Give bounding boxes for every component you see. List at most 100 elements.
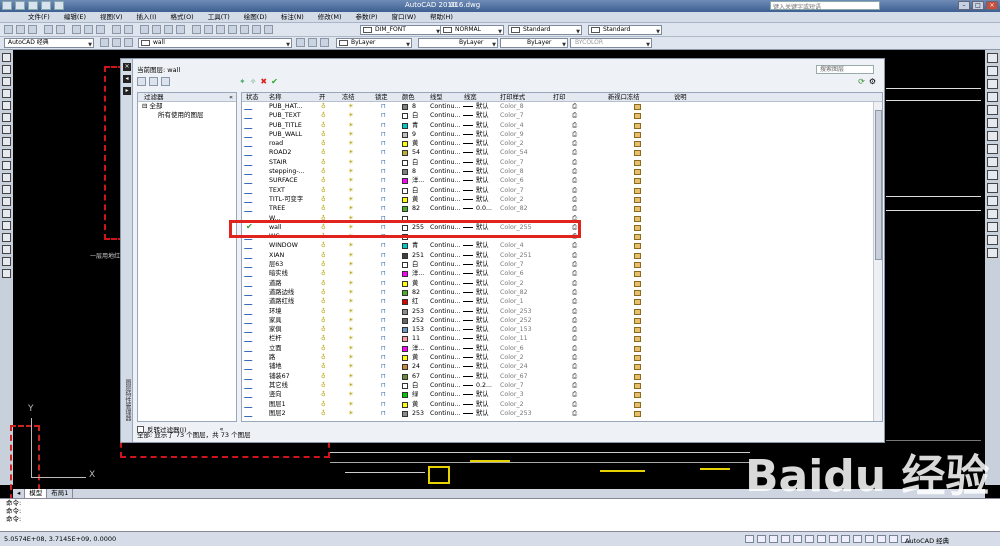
snap-icon[interactable] <box>745 535 754 543</box>
new-vp-freeze-icon[interactable] <box>634 252 641 259</box>
linetype-value[interactable]: Continu... <box>430 381 460 390</box>
layer-row[interactable]: PUB_TEXT ♁ ☀ ⊓ 白 Continu... 默认 Color_7 ⎙ <box>242 111 882 120</box>
zoom-previous-icon[interactable] <box>176 25 185 34</box>
layer-row[interactable]: 铺地 ♁ ☀ ⊓ 24 Continu... 默认 Color_24 ⎙ <box>242 362 882 371</box>
menu-dimension[interactable]: 标注(N) <box>281 12 304 22</box>
grid-icon[interactable] <box>757 535 766 543</box>
new-vp-freeze-icon[interactable] <box>634 382 641 389</box>
linetype-value[interactable]: Continu... <box>430 372 460 381</box>
menu-help[interactable]: 帮助(H) <box>430 12 453 22</box>
layer-name[interactable]: STAIR <box>269 158 287 167</box>
lock-icon[interactable]: ⊓ <box>381 260 386 269</box>
column-lineweight[interactable]: 线宽 <box>464 93 477 102</box>
lock-icon[interactable]: ⊓ <box>381 288 386 297</box>
new-icon[interactable] <box>4 25 13 34</box>
workspace-switch[interactable]: AutoCAD 经典 <box>905 535 949 545</box>
lock-icon[interactable]: ⊓ <box>381 362 386 371</box>
column-status[interactable]: 状态 <box>246 93 259 102</box>
lock-icon[interactable]: ⊓ <box>381 334 386 343</box>
spline-icon[interactable] <box>2 149 11 158</box>
lineweight-value[interactable]: 默认 <box>476 316 489 325</box>
lineweight-value[interactable]: 默认 <box>476 121 489 130</box>
lineweight-value[interactable]: 默认 <box>476 260 489 269</box>
linetype-value[interactable]: Continu... <box>430 130 460 139</box>
explode-icon[interactable] <box>987 248 998 258</box>
model-icon[interactable] <box>865 535 874 543</box>
undo-icon[interactable] <box>54 1 64 10</box>
set-current-icon[interactable]: ✔ <box>271 77 278 86</box>
new-vp-freeze-icon[interactable] <box>634 317 641 324</box>
linetype-value[interactable]: Continu... <box>430 362 460 371</box>
on-off-icon[interactable]: ♁ <box>321 372 326 381</box>
lineweight-value[interactable]: 默认 <box>476 241 489 250</box>
color-swatch[interactable] <box>402 187 408 194</box>
pan-status-icon[interactable] <box>889 535 898 543</box>
mirror-icon[interactable] <box>987 79 998 89</box>
layer-name[interactable]: 环境 <box>269 307 282 316</box>
lineweight-value[interactable]: 默认 <box>476 372 489 381</box>
layer-name[interactable]: 暗实线 <box>269 269 288 278</box>
linetype-value[interactable]: Continu... <box>430 390 460 399</box>
lineweight-value[interactable]: 默认 <box>476 111 489 120</box>
freeze-icon[interactable]: ☀ <box>348 362 354 371</box>
layer-select[interactable]: wall ▼ <box>138 38 292 48</box>
plot-icon[interactable]: ⎙ <box>572 288 577 297</box>
color-swatch[interactable] <box>402 308 408 315</box>
new-vp-freeze-icon[interactable] <box>634 104 641 110</box>
plot-icon[interactable]: ⎙ <box>572 167 577 176</box>
column-new-vp-freeze[interactable]: 新视口冻结 <box>608 93 639 102</box>
color-name[interactable]: 青 <box>412 241 418 250</box>
color-name[interactable]: 251 <box>412 251 424 260</box>
new-vp-freeze-icon[interactable] <box>634 169 641 176</box>
linetype-value[interactable]: Continu... <box>430 186 460 195</box>
freeze-icon[interactable]: ☀ <box>348 176 354 185</box>
linetype-value[interactable]: Continu... <box>430 102 460 111</box>
lineweight-value[interactable]: 0.2... <box>476 381 492 390</box>
layer-row[interactable]: 立面 ♁ ☀ ⊓ 洋... Continu... 默认 Color_6 ⎙ <box>242 344 882 353</box>
region-icon[interactable] <box>2 245 11 254</box>
menu-format[interactable]: 格式(O) <box>171 12 194 22</box>
close-button[interactable]: × <box>986 1 998 10</box>
array-icon[interactable] <box>987 105 998 115</box>
layer-row[interactable]: TREE ♁ ☀ ⊓ 82 Continu... 0.0... Color_82 ⎙ <box>242 204 882 213</box>
layer-row[interactable]: 家具 ♁ ☀ ⊓ 252 Continu... 默认 Color_252 ⎙ <box>242 316 882 325</box>
tab-layout1[interactable]: 布局1 <box>47 489 74 498</box>
layer-name[interactable]: XIAN <box>269 251 284 260</box>
layer-row[interactable]: 其它线 ♁ ☀ ⊓ 白 Continu... 0.2... Color_7 ⎙ <box>242 381 882 390</box>
column-lock[interactable]: 锁定 <box>375 93 388 102</box>
new-vp-freeze-icon[interactable] <box>634 113 641 120</box>
on-off-icon[interactable]: ♁ <box>321 390 326 399</box>
new-vp-freeze-icon[interactable] <box>634 215 641 222</box>
freeze-icon[interactable]: ☀ <box>348 381 354 390</box>
color-name[interactable]: 白 <box>412 111 418 120</box>
lock-icon[interactable]: ⊓ <box>381 102 386 111</box>
color-name[interactable]: 8 <box>412 167 416 176</box>
lock-icon[interactable]: ⊓ <box>381 297 386 306</box>
lock-icon[interactable]: ⊓ <box>381 139 386 148</box>
color-swatch[interactable] <box>402 289 408 296</box>
layer-name[interactable]: road <box>269 139 283 148</box>
plot-icon[interactable]: ⎙ <box>572 269 577 278</box>
color-name[interactable]: 红 <box>412 297 418 306</box>
otrack-icon[interactable] <box>805 535 814 543</box>
nav-first-icon[interactable]: ◂ <box>13 489 26 498</box>
linetype-value[interactable]: Continu... <box>430 176 460 185</box>
chamfer-icon[interactable] <box>987 222 998 232</box>
color-name[interactable]: 24 <box>412 362 420 371</box>
column-on[interactable]: 开 <box>319 93 325 102</box>
lineweight-value[interactable]: 默认 <box>476 148 489 157</box>
plot-icon[interactable]: ⎙ <box>572 316 577 325</box>
linetype-select[interactable]: ByLayer ▼ <box>418 38 498 48</box>
freeze-icon[interactable]: ☀ <box>348 372 354 381</box>
plot-icon[interactable]: ⎙ <box>572 158 577 167</box>
color-name[interactable]: 54 <box>412 148 420 157</box>
lineweight-value[interactable]: 默认 <box>476 251 489 260</box>
offset-icon[interactable] <box>987 92 998 102</box>
layer-name[interactable]: 家俱 <box>269 325 282 334</box>
lock-icon[interactable]: ⊓ <box>381 195 386 204</box>
stretch-icon[interactable] <box>987 157 998 167</box>
layer-row[interactable]: 栏杆 ♁ ☀ ⊓ 11 Continu... 默认 Color_11 ⎙ <box>242 334 882 343</box>
menu-tools[interactable]: 工具(T) <box>208 12 230 22</box>
color-select[interactable]: ByLayer ▼ <box>336 38 412 48</box>
lineweight-value[interactable]: 默认 <box>476 400 489 409</box>
